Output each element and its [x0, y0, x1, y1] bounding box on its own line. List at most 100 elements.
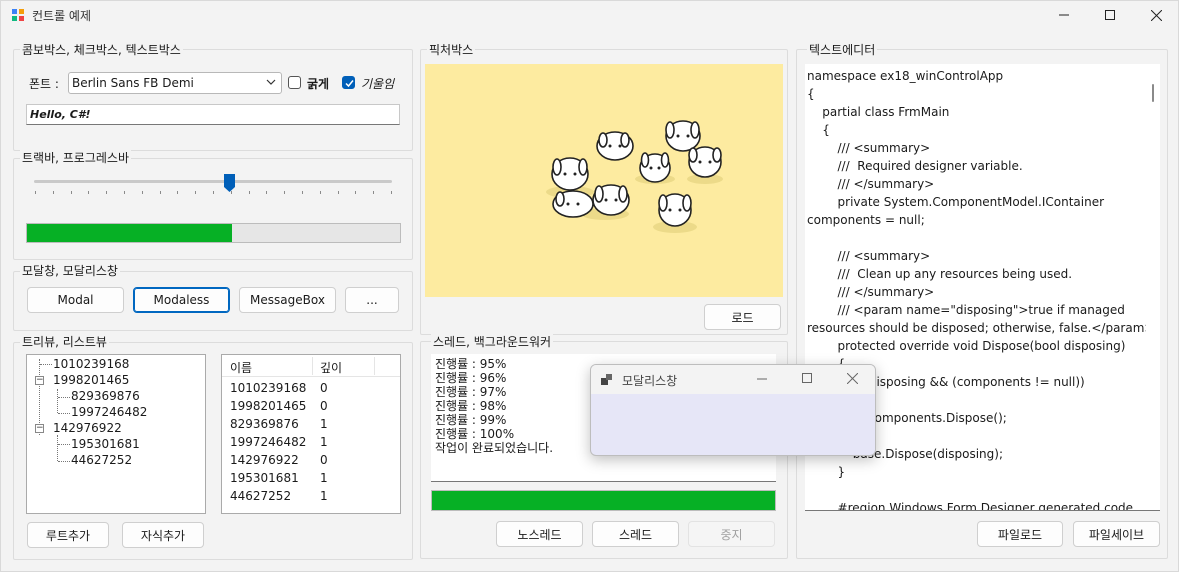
more-button[interactable]: ... [345, 287, 399, 313]
combo-group [13, 49, 413, 151]
trackbar-tick [337, 191, 339, 194]
combo-group-label: 콤보박스, 체크박스, 텍스트박스 [20, 41, 183, 58]
main-window: 컨트롤 예제 콤보박스, 체크박스, 텍스트박스 폰트 : Berlin San… [0, 0, 1179, 572]
list-cell-name: 142976922 [230, 453, 299, 467]
list-header-name[interactable]: 이름 [230, 359, 252, 376]
code-line: /// </summary> [807, 177, 935, 191]
list-row[interactable]: 142976922 0 [222, 453, 400, 471]
track-group [13, 158, 413, 260]
tree-node[interactable]: 142976922 [53, 421, 122, 435]
trackbar-tick [391, 191, 392, 194]
modeless-title-bar[interactable]: 모달리스창 [591, 365, 875, 394]
scrollbar-thumb[interactable] [1152, 84, 1154, 102]
modal-group-label: 모달창, 모달리스창 [20, 262, 120, 279]
font-combobox-value: Berlin Sans FB Demi [72, 76, 194, 90]
progress-fill [27, 224, 233, 242]
add-child-button[interactable]: 자식추가 [122, 522, 204, 548]
picture-group-label: 픽처박스 [427, 41, 476, 58]
tree-node[interactable]: 1010239168 [53, 357, 129, 371]
list-view[interactable]: 이름 깊이 1010239168 0 1998201465 0 829369876 1 19… [221, 354, 401, 514]
load-image-button[interactable]: 로드 [704, 304, 781, 330]
sample-textbox[interactable]: Hello, C#! [26, 104, 400, 125]
font-combobox[interactable]: Berlin Sans FB Demi [68, 72, 282, 94]
list-row[interactable]: 1998201465 0 [222, 399, 400, 417]
code-line: } [807, 465, 846, 479]
editor-group-label: 텍스트에디터 [807, 41, 878, 58]
file-save-button[interactable]: 파일세이브 [1073, 521, 1160, 547]
stop-button[interactable]: 중지 [688, 521, 775, 547]
thread-button[interactable]: 스레드 [592, 521, 679, 547]
list-row[interactable]: 44627252 1 [222, 489, 400, 507]
close-icon[interactable] [847, 373, 858, 384]
window-title: 컨트롤 예제 [32, 9, 92, 23]
list-cell-depth: 0 [320, 453, 328, 467]
tree-connector [58, 413, 70, 414]
trackbar-tick [355, 191, 357, 194]
code-line: components = null; [807, 213, 925, 227]
minimize-icon[interactable] [1041, 1, 1087, 29]
tree-node[interactable]: 829369876 [71, 389, 140, 403]
trackbar-tick [141, 191, 143, 194]
tree-node[interactable]: 1998201465 [53, 373, 129, 387]
list-row[interactable]: 195301681 1 [222, 471, 400, 489]
trackbar-rail[interactable] [34, 180, 392, 183]
trackbar-tick [88, 191, 90, 194]
checkmark-icon [345, 80, 354, 88]
add-root-button[interactable]: 루트추가 [27, 522, 109, 548]
bold-label: 굵게 [307, 77, 330, 91]
maximize-icon[interactable] [1087, 1, 1133, 29]
list-header-depth[interactable]: 깊이 [320, 359, 342, 376]
list-row[interactable]: 1010239168 0 [222, 381, 400, 399]
close-icon[interactable] [1133, 1, 1179, 29]
list-row[interactable]: 829369876 1 [222, 417, 400, 435]
trackbar-tick [284, 191, 286, 194]
form-icon [601, 374, 612, 385]
trackbar-thumb[interactable] [223, 173, 236, 193]
trackbar-tick [266, 191, 268, 194]
no-thread-button[interactable]: 노스레드 [496, 521, 583, 547]
list-header: 이름 깊이 [222, 355, 400, 377]
trackbar-tick [35, 191, 36, 194]
title-bar[interactable]: 컨트롤 예제 [1, 1, 1179, 29]
trackbar-tick [70, 191, 72, 194]
trackbar-tick [52, 191, 54, 194]
code-line: /// Clean up any resources being used. [807, 267, 1073, 281]
modeless-window[interactable]: 모달리스창 [590, 364, 876, 456]
collapse-icon[interactable]: − [35, 376, 44, 385]
trackbar-tick [248, 191, 250, 194]
tree-connector [40, 364, 52, 365]
modal-button[interactable]: Modal [27, 287, 124, 313]
code-line: namespace ex18_winControlApp [807, 69, 1004, 83]
trackbar-tick [373, 191, 375, 194]
puppies-image [546, 120, 723, 233]
collapse-icon[interactable]: − [35, 424, 44, 433]
trackbar-progressbar [26, 223, 401, 243]
trackbar-tick [159, 191, 161, 194]
trackbar-tick [124, 191, 125, 194]
list-cell-depth: 1 [320, 417, 328, 431]
maximize-icon[interactable] [802, 373, 812, 383]
list-row[interactable]: 1997246482 1 [222, 435, 400, 453]
chevron-down-icon [266, 79, 276, 85]
scrollbar[interactable] [1146, 64, 1160, 510]
tree-node[interactable]: 195301681 [71, 437, 140, 451]
track-group-label: 트랙바, 프로그레스바 [20, 149, 131, 166]
messagebox-button[interactable]: MessageBox [239, 287, 336, 313]
modeless-title: 모달리스창 [622, 374, 678, 388]
minimize-icon[interactable] [757, 378, 767, 380]
tree-view[interactable]: 1010239168 − 1998201465 829369876 199724… [26, 354, 206, 514]
code-line: partial class FrmMain [807, 105, 950, 119]
code-line: /// </summary> [807, 285, 935, 299]
trackbar-tick [302, 191, 303, 194]
modaless-button[interactable]: Modaless [133, 287, 230, 313]
font-label: 폰트 : [29, 77, 59, 91]
tree-node[interactable]: 1997246482 [71, 405, 147, 419]
file-load-button[interactable]: 파일로드 [977, 521, 1063, 547]
bold-checkbox[interactable] [288, 76, 301, 89]
tree-node[interactable]: 44627252 [71, 453, 132, 467]
tree-connector [58, 461, 70, 462]
thread-group-label: 스레드, 백그라운드워커 [431, 333, 554, 350]
italic-checkbox[interactable] [342, 76, 355, 89]
app-icon [12, 9, 24, 21]
